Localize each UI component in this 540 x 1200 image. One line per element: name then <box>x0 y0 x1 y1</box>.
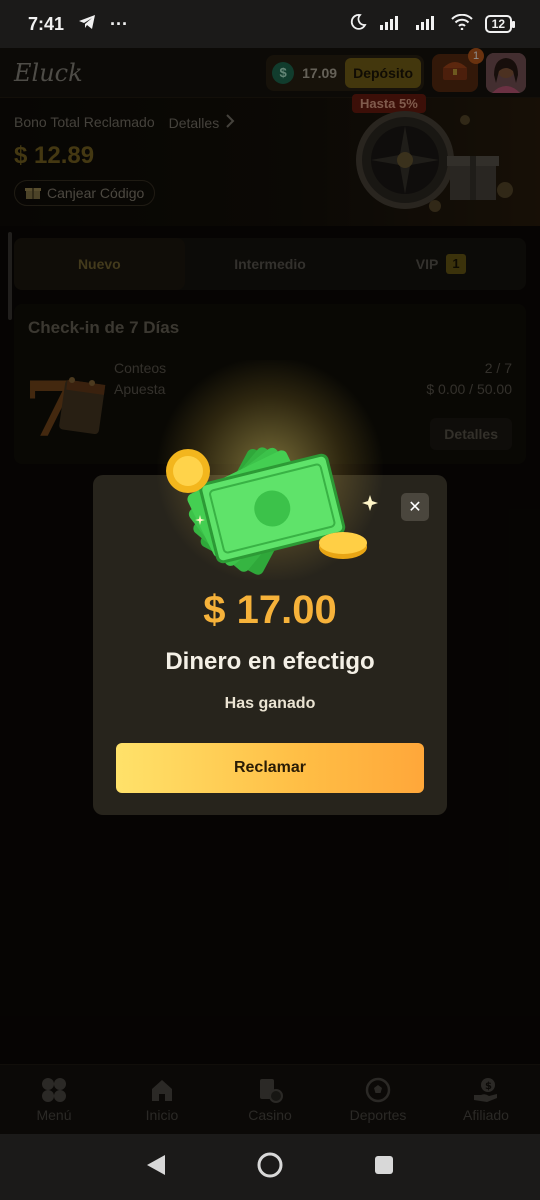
cash-stack-icon <box>160 395 380 585</box>
recents-icon[interactable] <box>373 1154 395 1181</box>
prize-type: Dinero en efectigo <box>165 648 375 675</box>
system-nav-bar <box>0 1134 540 1200</box>
battery-indicator: 12 <box>484 15 516 33</box>
status-bar: 7:41 ··· 12 <box>0 0 540 48</box>
prize-subtitle: Has ganado <box>224 695 316 712</box>
telegram-icon <box>78 14 96 35</box>
status-time: 7:41 <box>28 13 65 34</box>
close-icon: ✕ <box>408 499 422 516</box>
moon-icon <box>349 13 367 36</box>
close-modal-button[interactable]: ✕ <box>401 493 429 521</box>
prize-amount: $ 17.00 <box>203 588 337 632</box>
more-dots-icon: ··· <box>110 13 129 34</box>
signal-icon <box>379 14 403 35</box>
claim-button[interactable]: Reclamar <box>116 743 424 793</box>
home-circle-icon[interactable] <box>256 1151 284 1184</box>
back-icon[interactable] <box>145 1153 167 1182</box>
signal-icon-2 <box>415 14 439 35</box>
wifi-icon <box>450 13 473 35</box>
